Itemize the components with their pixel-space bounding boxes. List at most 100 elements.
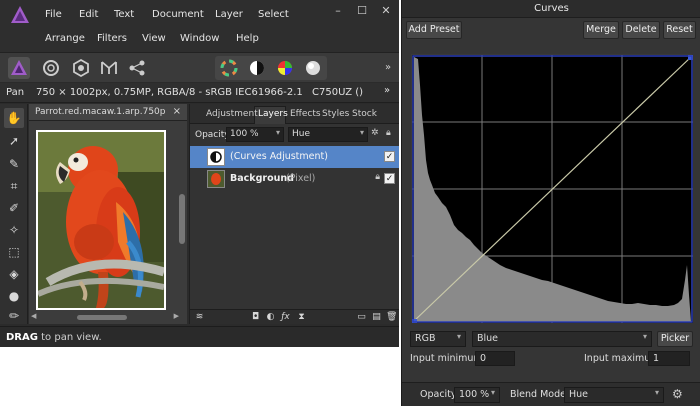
horizontal-scroll-thumb[interactable] — [77, 315, 127, 320]
curves-opacity-value: 100 % — [459, 389, 490, 400]
fill-tool-icon[interactable]: ◈ — [4, 264, 24, 284]
layer-row-background[interactable]: Background (Pixel) 🔒︎ ✓ — [190, 168, 399, 190]
color-wheel-icon[interactable] — [218, 57, 240, 79]
scroll-left-icon[interactable]: ◀ — [31, 312, 36, 320]
liquify-persona-icon[interactable] — [40, 57, 62, 79]
curves-dialog: Curves Add Preset Merge Delete Reset RGB… — [401, 0, 700, 406]
tab-effects[interactable]: Effects — [290, 109, 321, 119]
curves-graph[interactable] — [411, 54, 693, 324]
menu-arrange[interactable]: Arrange — [45, 33, 85, 44]
delete-button[interactable]: Delete — [622, 21, 660, 39]
reset-button[interactable]: Reset — [663, 21, 696, 39]
add-folder-icon[interactable]: ▭ — [356, 312, 367, 323]
menu-layer[interactable]: Layer — [215, 9, 243, 20]
move-tool-icon[interactable]: ➚ — [4, 131, 24, 151]
status-hint: DRAG to pan view. — [6, 332, 102, 343]
curves-layer-visibility-checkbox[interactable]: ✓ — [384, 151, 395, 162]
background-layer-kind: (Pixel) — [286, 173, 316, 184]
hand-tool-icon[interactable]: ✋ — [4, 108, 24, 128]
blend-dropdown-icon: ▾ — [359, 128, 364, 137]
color-picker-tool-icon[interactable]: ✎ — [4, 154, 24, 174]
curves-title: Curves — [402, 0, 700, 18]
live-filter-icon[interactable]: ƒx — [280, 312, 291, 323]
menu-view[interactable]: View — [142, 33, 166, 44]
context-overflow-icon[interactable]: » — [384, 85, 390, 96]
maximize-icon[interactable]: ☐ — [354, 3, 370, 19]
flood-select-icon[interactable]: ✧ — [4, 220, 24, 240]
adjustment-layer-icon[interactable]: ◐ — [265, 312, 276, 323]
hourglass-icon[interactable]: ⧗ — [296, 312, 307, 323]
paint-brush-icon[interactable]: ✏ — [4, 306, 24, 326]
tab-adjustment[interactable]: Adjustment — [206, 109, 258, 119]
hsl-icon[interactable] — [274, 57, 296, 79]
photo-persona-icon[interactable] — [8, 57, 30, 79]
channel-row: RGB ▾ Blue ▾ Picker — [402, 330, 700, 348]
toolbar-overflow-icon[interactable]: » — [380, 60, 396, 76]
menu-window[interactable]: Window — [180, 33, 219, 44]
crop-tool-icon[interactable]: ⌗ — [4, 176, 24, 196]
input-maximum-field[interactable]: 1 — [648, 351, 690, 366]
close-document-icon[interactable]: × — [173, 106, 181, 117]
document-tab[interactable]: Parrot.red.macaw.1.arp.750pix.j... × — [29, 104, 187, 121]
context-toolbar: Pan 750 × 1002px, 0.75MP, RGBA/8 - sRGB … — [0, 83, 399, 103]
export-persona-icon[interactable] — [126, 57, 148, 79]
opacity-field[interactable]: 100 % ▾ — [226, 127, 284, 142]
menu-text[interactable]: Text — [114, 9, 134, 20]
white-balance-icon[interactable] — [302, 57, 324, 79]
tab-styles[interactable]: Styles — [322, 109, 349, 119]
blend-mode-label: Blend Mode: — [510, 389, 570, 400]
layer-settings-icon[interactable]: ✲ — [371, 128, 379, 138]
opacity-value: 100 % — [230, 129, 259, 139]
curves-button-row: Add Preset Merge Delete Reset — [402, 19, 700, 41]
vertical-scroll-thumb[interactable] — [179, 194, 185, 244]
document-vertical-scrollbar[interactable] — [179, 124, 185, 310]
tab-layers[interactable]: Layers — [258, 109, 288, 119]
develop-persona-icon[interactable] — [70, 57, 92, 79]
tools-panel: ✋ ➚ ✎ ⌗ ✐ ✧ ⬚ ◈ ● ✏ — [0, 104, 28, 324]
curves-graph-svg[interactable] — [412, 55, 693, 324]
document-canvas[interactable] — [36, 130, 166, 310]
black-white-icon[interactable] — [246, 57, 268, 79]
background-layer-thumbnail — [207, 170, 225, 188]
status-hint-text: to pan view. — [41, 332, 102, 343]
menu-document[interactable]: Document — [152, 9, 204, 20]
blend-mode-select[interactable]: Hue ▾ — [288, 127, 368, 142]
add-preset-button[interactable]: Add Preset — [406, 21, 462, 39]
tone-mapping-persona-icon[interactable] — [98, 57, 120, 79]
layers-panel-footer: ≋ ◘ ◐ ƒx ⧗ ▭ ▤ 🗑︎ — [190, 309, 399, 324]
layer-opacity-row: Opacity: 100 % ▾ Hue ▾ ✲ 🔒︎ — [190, 125, 399, 145]
curves-blend-mode-select[interactable]: Hue ▾ — [564, 387, 664, 403]
scroll-right-icon[interactable]: ▶ — [174, 312, 179, 320]
close-icon[interactable]: ✕ — [378, 3, 394, 19]
menu-edit[interactable]: Edit — [79, 9, 98, 20]
color-space-select[interactable]: RGB ▾ — [410, 331, 466, 347]
layer-lock-icon[interactable]: 🔒︎ — [375, 172, 380, 182]
menu-select[interactable]: Select — [258, 9, 289, 20]
mask-layer-icon[interactable]: ◘ — [250, 312, 261, 323]
background-layer-visibility-checkbox[interactable]: ✓ — [384, 173, 395, 184]
lock-icon[interactable]: 🔒︎ — [386, 128, 391, 138]
opacity-dropdown-icon: ▾ — [275, 128, 280, 137]
menu-filters[interactable]: Filters — [97, 33, 127, 44]
document-horizontal-scrollbar[interactable]: ◀ ▶ — [29, 312, 187, 322]
curves-layer-thumbnail — [207, 148, 225, 166]
curves-blend-dropdown-icon: ▾ — [654, 388, 659, 397]
document-view[interactable]: Parrot.red.macaw.1.arp.750pix.j... × — [29, 104, 187, 324]
merge-button[interactable]: Merge — [583, 21, 619, 39]
curves-settings-gear-icon[interactable]: ⚙ — [672, 387, 683, 401]
channel-select[interactable]: Blue ▾ — [472, 331, 652, 347]
marquee-tool-icon[interactable]: ⬚ — [4, 242, 24, 262]
layers-panel-stack-icon[interactable]: ≋ — [194, 312, 205, 323]
menu-help[interactable]: Help — [236, 33, 259, 44]
input-minimum-field[interactable]: 0 — [475, 351, 515, 366]
curves-opacity-select[interactable]: 100 % ▾ — [454, 387, 500, 403]
add-layer-icon[interactable]: ▤ — [371, 312, 382, 323]
picker-button[interactable]: Picker — [657, 331, 693, 347]
menu-file[interactable]: File — [45, 9, 62, 20]
tab-stock[interactable]: Stock — [352, 109, 377, 119]
selection-brush-icon[interactable]: ✐ — [4, 198, 24, 218]
color-swatch-icon[interactable]: ● — [4, 286, 24, 306]
delete-layer-icon[interactable]: 🗑︎ — [386, 312, 397, 323]
minimize-icon[interactable]: – — [330, 3, 346, 19]
layer-row-curves[interactable]: (Curves Adjustment) ✓ — [190, 146, 399, 168]
